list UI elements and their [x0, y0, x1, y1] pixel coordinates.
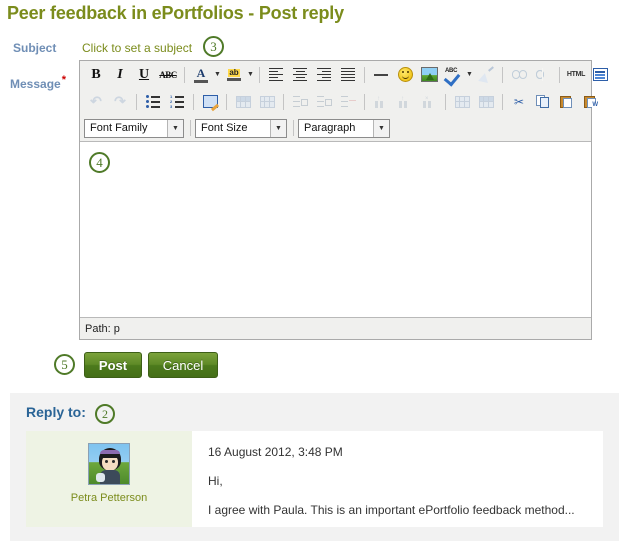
paragraph-format-select[interactable]: Paragraph ▼ — [298, 118, 390, 138]
font-size-select-value: Font Size — [201, 122, 248, 134]
bold-icon[interactable]: B — [85, 65, 107, 85]
toolbar-separator — [193, 93, 194, 110]
toolbar-separator — [502, 93, 503, 110]
toolbar-separator — [502, 66, 503, 83]
paragraph-format-select-value: Paragraph — [304, 122, 356, 134]
editor-toolbar-row-3: Font Family ▼ Font Size ▼ Paragraph ▼ — [80, 115, 591, 141]
insert-link-icon[interactable] — [508, 65, 530, 85]
emoticon-icon[interactable] — [394, 65, 416, 85]
set-subject-link[interactable]: Click to set a subject — [82, 41, 192, 55]
toolbar-separator — [445, 93, 446, 110]
message-label-text: Message — [10, 77, 61, 91]
font-size-select[interactable]: Font Size ▼ — [195, 118, 287, 138]
spellcheck-dropdown-arrow[interactable]: ▼ — [465, 65, 474, 85]
toolbar-separator — [559, 66, 560, 83]
toolbar-separator — [293, 120, 294, 136]
subject-label-text: Subject — [13, 41, 57, 55]
text-color-icon[interactable]: A — [190, 65, 212, 85]
avatar[interactable] — [88, 443, 130, 485]
editor-toolbar-row-2: ↶ ↷ 123 ↑ ↑ × ✂ W — [80, 88, 598, 115]
undo-icon[interactable]: ↶ — [85, 92, 107, 112]
align-left-icon[interactable] — [265, 65, 287, 85]
callout-badge-4: 4 — [89, 152, 110, 173]
chevron-down-icon: ▼ — [167, 119, 183, 137]
post-button[interactable]: Post — [84, 352, 142, 378]
merge-cells-icon[interactable] — [313, 92, 335, 112]
reply-to-heading: Reply to: — [26, 404, 86, 420]
post-text-line: I agree with Paula. This is an important… — [208, 503, 575, 517]
toolbar-separator — [364, 66, 365, 83]
copy-icon[interactable] — [532, 92, 554, 112]
cancel-button[interactable]: Cancel — [148, 352, 218, 378]
callout-badge-3: 3 — [203, 36, 224, 57]
editor-toolbar-row-1: B I U ABC A ▼ ab ▼ ABC ▼ HTML — [80, 61, 608, 88]
edit-image-icon[interactable] — [199, 92, 221, 112]
required-marker: * — [61, 74, 66, 86]
toolbar-separator — [283, 93, 284, 110]
insert-row-after-icon[interactable] — [256, 92, 278, 112]
toolbar-separator — [184, 66, 185, 83]
toolbar-separator — [226, 93, 227, 110]
post-body: 16 August 2012, 3:48 PM Hi, I agree with… — [192, 431, 603, 527]
post-author-name[interactable]: Petra Petterson — [71, 492, 147, 504]
insert-column-before-icon[interactable]: ↑ — [370, 92, 392, 112]
toolbar-separator — [259, 66, 260, 83]
post-author-column: Petra Petterson — [26, 431, 192, 527]
original-post: Petra Petterson 16 August 2012, 3:48 PM … — [26, 431, 603, 527]
toolbar-separator — [364, 93, 365, 110]
chevron-down-icon: ▼ — [270, 119, 286, 137]
unlink-icon[interactable] — [532, 65, 554, 85]
spellcheck-icon[interactable]: ABC — [442, 65, 464, 87]
insert-row-before-icon[interactable] — [232, 92, 254, 112]
redo-icon[interactable]: ↷ — [109, 92, 131, 112]
toolbar-separator — [136, 93, 137, 110]
align-justify-icon[interactable] — [337, 65, 359, 85]
paste-from-word-icon[interactable]: W — [580, 92, 602, 112]
underline-icon[interactable]: U — [133, 65, 155, 85]
callout-badge-5: 5 — [54, 354, 75, 375]
background-color-icon[interactable]: ab — [223, 65, 245, 85]
split-cells-icon[interactable] — [337, 92, 359, 112]
paste-icon[interactable] — [556, 92, 578, 112]
editor-status-bar: Path: p — [80, 317, 591, 339]
insert-column-after-icon[interactable]: ↑ — [394, 92, 416, 112]
toggle-fullscreen-icon[interactable] — [589, 65, 611, 85]
post-text-line: Hi, — [208, 474, 223, 488]
post-date: 16 August 2012, 3:48 PM — [208, 445, 343, 459]
ordered-list-icon[interactable]: 123 — [166, 92, 188, 112]
message-editor-body[interactable] — [80, 141, 591, 317]
callout-badge-2: 2 — [95, 404, 115, 424]
wysiwyg-editor: B I U ABC A ▼ ab ▼ ABC ▼ HTML ↶ ↷ 1 2 3 … — [79, 60, 608, 340]
cut-icon[interactable]: ✂ — [508, 92, 530, 112]
strikethrough-icon[interactable]: ABC — [157, 65, 179, 85]
subject-label: Subject — [13, 41, 56, 55]
horizontal-rule-icon[interactable] — [370, 65, 392, 85]
font-family-select-value: Font Family — [90, 122, 148, 134]
italic-icon[interactable]: I — [109, 65, 131, 85]
cell-properties-icon[interactable] — [289, 92, 311, 112]
align-right-icon[interactable] — [313, 65, 335, 85]
unordered-list-icon[interactable] — [142, 92, 164, 112]
table-properties-icon[interactable] — [475, 92, 497, 112]
insert-table-icon[interactable] — [451, 92, 473, 112]
message-label: Message* — [10, 74, 66, 91]
page-title: Peer feedback in ePortfolios - Post repl… — [7, 3, 344, 23]
font-family-select[interactable]: Font Family ▼ — [84, 118, 184, 138]
remove-formatting-icon[interactable] — [475, 65, 497, 85]
delete-column-icon[interactable]: × — [418, 92, 440, 112]
editor-path-text: Path: p — [85, 322, 120, 335]
html-source-icon[interactable]: HTML — [565, 65, 587, 85]
text-color-dropdown-arrow[interactable]: ▼ — [213, 65, 222, 85]
chevron-down-icon: ▼ — [373, 119, 389, 137]
insert-image-icon[interactable] — [418, 65, 440, 85]
background-color-dropdown-arrow[interactable]: ▼ — [246, 65, 255, 85]
toolbar-separator — [190, 120, 191, 136]
align-center-icon[interactable] — [289, 65, 311, 85]
